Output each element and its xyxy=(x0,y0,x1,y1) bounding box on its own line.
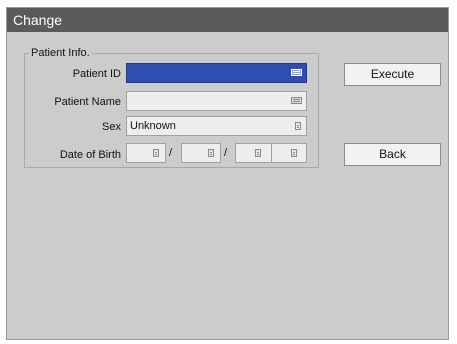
patient-id-label: Patient ID xyxy=(72,68,121,80)
sex-label: Sex xyxy=(102,121,121,133)
list-icon xyxy=(295,122,301,130)
sex-select[interactable]: Unknown xyxy=(126,116,307,136)
back-button[interactable]: Back xyxy=(344,143,441,166)
dob-month-select[interactable] xyxy=(126,143,166,163)
change-window: Change Patient Info. Patient ID Patient … xyxy=(6,7,449,340)
date-of-birth-label: Date of Birth xyxy=(59,149,121,161)
patient-name-field[interactable] xyxy=(126,91,307,111)
list-icon xyxy=(153,149,159,157)
dob-separator: / xyxy=(224,147,228,159)
patient-info-legend: Patient Info. xyxy=(31,47,90,59)
list-icon xyxy=(291,149,297,157)
year-divider xyxy=(271,144,272,162)
patient-id-field[interactable] xyxy=(126,63,307,83)
dob-separator: / xyxy=(169,147,173,159)
window-title: Change xyxy=(7,8,448,32)
keyboard-icon[interactable] xyxy=(291,97,302,104)
list-icon xyxy=(255,149,261,157)
patient-name-label: Patient Name xyxy=(54,96,121,108)
list-icon xyxy=(208,149,214,157)
dob-day-select[interactable] xyxy=(181,143,221,163)
sex-value: Unknown xyxy=(130,120,176,132)
execute-button[interactable]: Execute xyxy=(344,63,441,86)
dob-year-select[interactable] xyxy=(235,143,307,163)
keyboard-icon[interactable] xyxy=(291,69,302,76)
